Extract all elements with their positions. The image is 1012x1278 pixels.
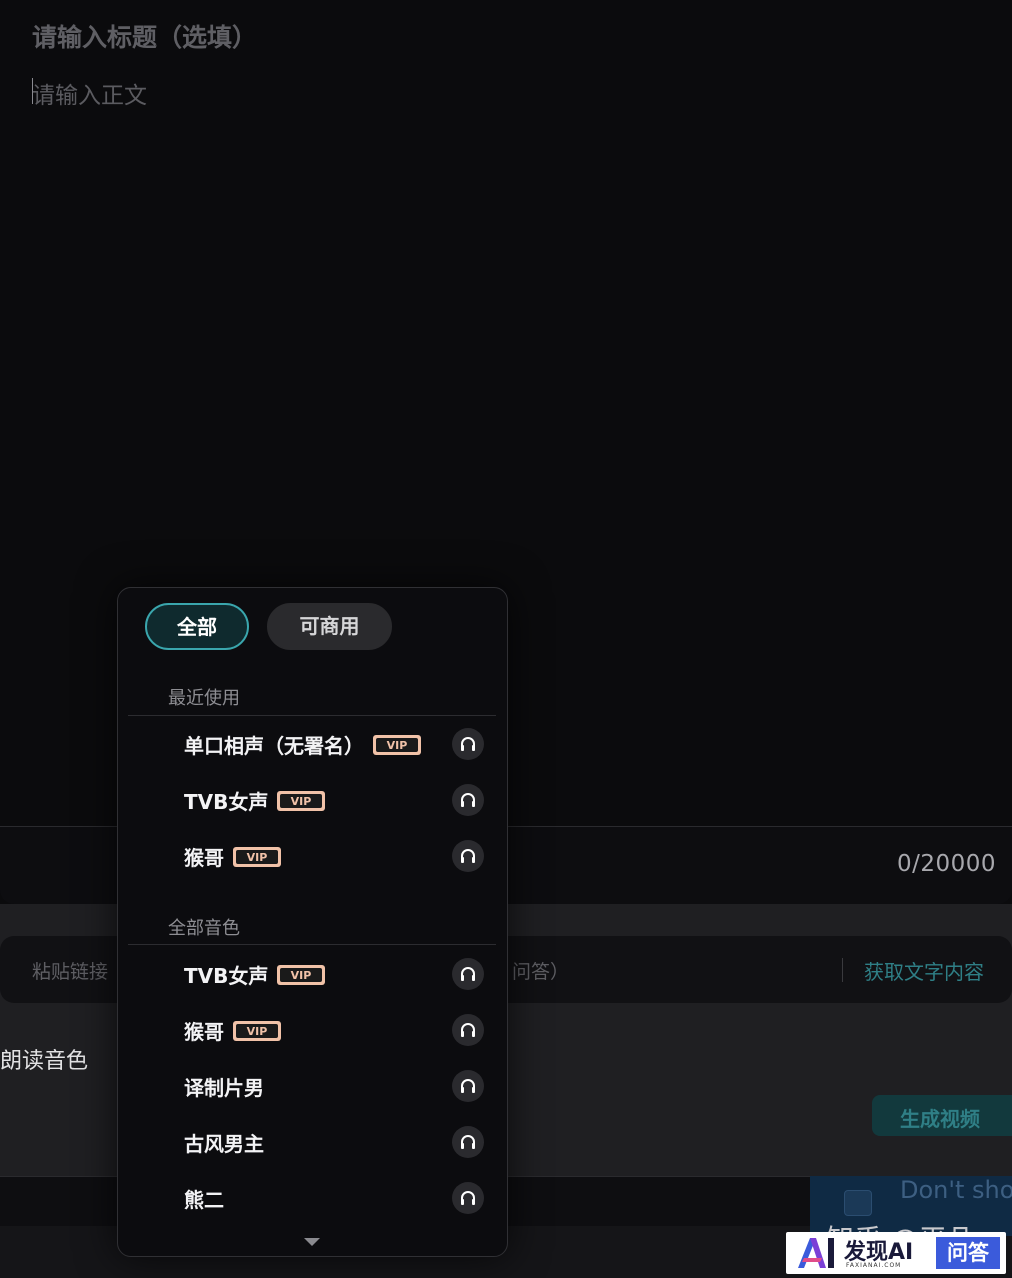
fetch-text-button[interactable]: 获取文字内容: [864, 956, 984, 985]
generate-video-button[interactable]: 生成视频: [872, 1095, 1012, 1136]
voice-item-name: 译制片男: [184, 1072, 264, 1101]
voice-item[interactable]: 古风男主: [118, 1120, 507, 1164]
body-input[interactable]: 请输入正文: [32, 76, 147, 110]
character-counter: 0/20000: [896, 851, 996, 877]
filter-all-chip[interactable]: 全部: [145, 603, 249, 650]
svg-text:VIP: VIP: [247, 1025, 268, 1038]
link-input-placeholder-tail: 问答）: [512, 961, 570, 983]
watermark-qa: 问答: [936, 1237, 1000, 1269]
filter-commercial-chip[interactable]: 可商用: [267, 603, 392, 650]
voice-item[interactable]: 猴哥 VIP: [118, 1008, 507, 1052]
section-divider: [128, 715, 496, 716]
voice-item-name: TVB女声 VIP: [184, 960, 326, 989]
headphones-icon[interactable]: [452, 1126, 484, 1158]
scroll-down-icon[interactable]: [304, 1238, 320, 1246]
headphones-icon[interactable]: [452, 1070, 484, 1102]
headphones-icon[interactable]: [452, 1014, 484, 1046]
watermark-badge: 发现AI FAXIANAI.COM 问答: [786, 1232, 1006, 1274]
vip-badge-icon: VIP: [277, 790, 326, 811]
link-divider: [842, 958, 843, 982]
voice-item[interactable]: 单口相声（无署名） VIP: [118, 722, 507, 766]
voice-item-name: TVB女声 VIP: [184, 786, 326, 815]
voice-item-label: 古风男主: [184, 1132, 264, 1156]
vip-badge-icon: VIP: [233, 1020, 281, 1041]
voice-dropdown: 全部 可商用 最近使用 单口相声（无署名） VIP TVB女声 VIP 猴哥 VIP 全部…: [117, 587, 508, 1257]
voice-item-label: 猴哥: [184, 846, 224, 870]
voice-item[interactable]: 熊二: [118, 1176, 507, 1220]
svg-text:VIP: VIP: [291, 969, 312, 982]
svg-text:VIP: VIP: [387, 739, 408, 752]
svg-text:VIP: VIP: [291, 795, 312, 808]
voice-item-label: 熊二: [184, 1188, 224, 1212]
voice-item[interactable]: TVB女声 VIP: [118, 778, 507, 822]
dont-show-checkbox[interactable]: [844, 1190, 872, 1216]
voice-item-name: 古风男主: [184, 1128, 264, 1157]
voice-item-label: 单口相声（无署名）: [184, 734, 364, 758]
voice-item-label: 译制片男: [184, 1076, 264, 1100]
voice-item[interactable]: 译制片男: [118, 1064, 507, 1108]
headphones-icon[interactable]: [452, 728, 484, 760]
section-divider: [128, 944, 496, 945]
vip-badge-icon: VIP: [233, 846, 281, 867]
voice-item-name: 猴哥 VIP: [184, 1016, 281, 1045]
voice-item[interactable]: 猴哥 VIP: [118, 834, 507, 878]
vip-badge-icon: VIP: [373, 734, 421, 755]
voice-item-label: TVB女声: [184, 964, 269, 988]
headphones-icon[interactable]: [452, 958, 484, 990]
watermark-domain: FAXIANAI.COM: [846, 1262, 902, 1269]
voice-item-name: 熊二: [184, 1184, 224, 1213]
svg-text:VIP: VIP: [247, 851, 268, 864]
all-section-title: 全部音色: [168, 918, 240, 939]
voice-item-label: TVB女声: [184, 790, 269, 814]
headphones-icon[interactable]: [452, 840, 484, 872]
voice-item-name: 单口相声（无署名） VIP: [184, 730, 421, 759]
voice-item-label: 猴哥: [184, 1020, 224, 1044]
link-input-placeholder[interactable]: 粘贴链接: [32, 957, 108, 984]
voice-label: 朗读音色: [0, 1049, 89, 1074]
recent-section-title: 最近使用: [168, 688, 240, 709]
vip-badge-icon: VIP: [277, 964, 326, 985]
title-input[interactable]: 请输入标题（选填）: [32, 18, 257, 54]
ai-logo-icon: [798, 1238, 834, 1268]
dont-show-label: Don't sho: [900, 1176, 1012, 1204]
voice-item-name: 猴哥 VIP: [184, 842, 281, 871]
voice-item[interactable]: TVB女声 VIP: [118, 952, 507, 996]
headphones-icon[interactable]: [452, 784, 484, 816]
headphones-icon[interactable]: [452, 1182, 484, 1214]
